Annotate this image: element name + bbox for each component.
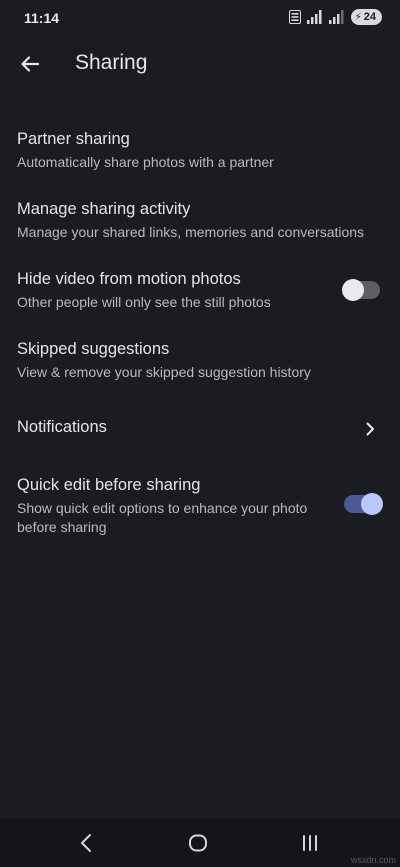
chevron-right-icon bbox=[366, 422, 374, 436]
nav-back-button[interactable] bbox=[66, 829, 106, 857]
back-button[interactable] bbox=[14, 48, 46, 80]
status-bar: 11:14 ⚡ 24 bbox=[0, 0, 400, 36]
setting-quick-edit-before-sharing[interactable]: Quick edit before sharing Show quick edi… bbox=[0, 462, 400, 551]
nav-recents-button[interactable] bbox=[290, 829, 330, 857]
setting-title: Partner sharing bbox=[17, 130, 130, 148]
setting-title: Quick edit before sharing bbox=[17, 476, 201, 494]
setting-subtitle: Automatically share photos with a partne… bbox=[17, 154, 274, 170]
nav-home-icon bbox=[189, 834, 207, 852]
status-time: 11:14 bbox=[24, 10, 60, 26]
setting-notifications[interactable]: Notifications bbox=[0, 396, 400, 462]
setting-skipped-suggestions[interactable]: Skipped suggestions View & remove your s… bbox=[0, 326, 400, 396]
toggle-knob bbox=[361, 493, 383, 515]
battery-level: 24 bbox=[363, 11, 376, 23]
nav-home-button[interactable] bbox=[178, 829, 218, 857]
setting-subtitle: View & remove your skipped suggestion hi… bbox=[17, 364, 311, 380]
setting-title: Hide video from motion photos bbox=[17, 270, 241, 288]
volte-icon bbox=[288, 10, 301, 24]
navigation-bar: wsxdn.com bbox=[0, 819, 400, 867]
setting-subtitle: Other people will only see the still pho… bbox=[17, 294, 271, 310]
signal-strength-secondary-icon bbox=[328, 10, 344, 24]
setting-title: Manage sharing activity bbox=[17, 200, 191, 218]
setting-title: Notifications bbox=[17, 418, 107, 436]
setting-subtitle: Show quick edit options to enhance your … bbox=[17, 500, 308, 535]
signal-strength-icon bbox=[306, 10, 322, 24]
charging-bolt-icon: ⚡ bbox=[354, 11, 362, 23]
app-bar: Sharing bbox=[0, 36, 400, 92]
watermark: wsxdn.com bbox=[350, 855, 396, 865]
setting-subtitle: Manage your shared links, memories and c… bbox=[17, 224, 365, 240]
settings-list: Partner sharing Automatically share phot… bbox=[0, 116, 400, 551]
page-title: Sharing bbox=[75, 51, 148, 74]
back-arrow-icon bbox=[21, 56, 40, 72]
toggle-knob bbox=[342, 279, 364, 301]
setting-title: Skipped suggestions bbox=[17, 340, 170, 358]
nav-recents-icon bbox=[303, 835, 317, 851]
quick-edit-toggle[interactable] bbox=[344, 493, 383, 515]
nav-back-icon bbox=[81, 834, 91, 852]
status-icons: ⚡ 24 bbox=[288, 9, 382, 25]
battery-indicator: ⚡ 24 bbox=[350, 9, 382, 25]
setting-partner-sharing[interactable]: Partner sharing Automatically share phot… bbox=[0, 116, 400, 186]
setting-manage-sharing-activity[interactable]: Manage sharing activity Manage your shar… bbox=[0, 186, 400, 256]
setting-hide-video-motion-photos[interactable]: Hide video from motion photos Other peop… bbox=[0, 256, 400, 326]
hide-video-toggle[interactable] bbox=[342, 279, 380, 301]
